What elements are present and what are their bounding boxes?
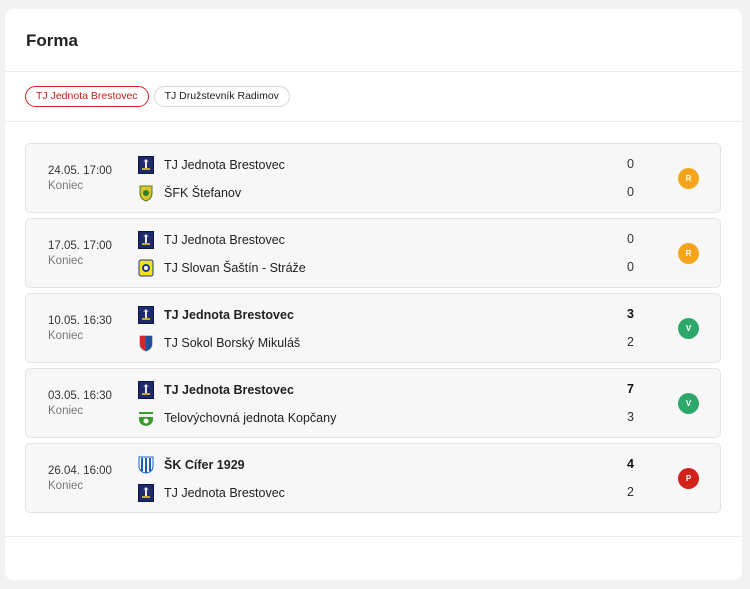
away-team-name: TJ Slovan Šaštín - Stráže	[164, 261, 306, 275]
brestovec-crest-icon	[138, 484, 154, 502]
match-status: Koniec	[48, 405, 84, 417]
brestovec-crest-icon	[138, 231, 154, 249]
home-score: 0	[627, 157, 634, 171]
match-list: 24.05. 17:00 Koniec TJ Jednota Brestovec ŠF…	[25, 143, 721, 518]
match-datetime: 03.05. 16:30	[48, 390, 112, 402]
card-header: Forma	[5, 9, 742, 72]
tab-team-home[interactable]: TJ Jednota Brestovec	[25, 86, 149, 107]
away-team-name: TJ Sokol Borský Mikuláš	[164, 336, 301, 350]
match-datetime: 24.05. 17:00	[48, 165, 112, 177]
stefanov-crest-icon	[138, 184, 154, 202]
home-score: 3	[627, 307, 634, 321]
result-badge: V	[678, 393, 699, 414]
away-team-name: TJ Jednota Brestovec	[164, 486, 285, 500]
away-score: 2	[627, 485, 634, 499]
result-badge: R	[678, 168, 699, 189]
home-team-name: ŠK Cífer 1929	[164, 458, 245, 472]
home-score: 4	[627, 457, 634, 471]
home-team: TJ Jednota Brestovec	[138, 155, 638, 175]
borsky-mikulas-crest-icon	[138, 334, 154, 352]
match-datetime: 10.05. 16:30	[48, 315, 112, 327]
away-team: ŠFK Štefanov	[138, 183, 638, 203]
away-score: 2	[627, 335, 634, 349]
team-tabs: TJ Jednota Brestovec TJ Družstevník Radi…	[5, 72, 742, 122]
away-score: 0	[627, 185, 634, 199]
away-team: TJ Slovan Šaštín - Stráže	[138, 258, 638, 278]
page-title: Forma	[26, 31, 78, 50]
home-team: TJ Jednota Brestovec	[138, 230, 638, 250]
home-team-name: TJ Jednota Brestovec	[164, 158, 285, 172]
match-row[interactable]: 10.05. 16:30 Koniec TJ Jednota Brestovec TJ…	[25, 293, 721, 363]
match-status: Koniec	[48, 180, 84, 192]
tab-team-away[interactable]: TJ Družstevník Radimov	[153, 86, 290, 107]
home-team-name: TJ Jednota Brestovec	[164, 233, 285, 247]
result-badge: P	[678, 468, 699, 489]
match-datetime: 17.05. 17:00	[48, 240, 112, 252]
match-status: Koniec	[48, 255, 84, 267]
card-footer-divider	[5, 536, 742, 537]
match-row[interactable]: 26.04. 16:00 Koniec ŠK Cífer 1929 TJ Jednot…	[25, 443, 721, 513]
sastin-crest-icon	[138, 259, 154, 277]
away-team-name: ŠFK Štefanov	[164, 186, 242, 200]
match-status: Koniec	[48, 330, 84, 342]
away-score: 3	[627, 410, 634, 424]
result-badge: V	[678, 318, 699, 339]
match-row[interactable]: 03.05. 16:30 Koniec TJ Jednota Brestovec Te…	[25, 368, 721, 438]
home-team: ŠK Cífer 1929	[138, 455, 638, 475]
match-row[interactable]: 17.05. 17:00 Koniec TJ Jednota Brestovec TJ…	[25, 218, 721, 288]
match-datetime: 26.04. 16:00	[48, 465, 112, 477]
home-score: 7	[627, 382, 634, 396]
brestovec-crest-icon	[138, 156, 154, 174]
away-team: Telovýchovná jednota Kopčany	[138, 408, 638, 428]
home-team: TJ Jednota Brestovec	[138, 380, 638, 400]
home-score: 0	[627, 232, 634, 246]
brestovec-crest-icon	[138, 306, 154, 324]
cifer-crest-icon	[138, 456, 154, 474]
home-team-name: TJ Jednota Brestovec	[164, 383, 294, 397]
away-team: TJ Jednota Brestovec	[138, 483, 638, 503]
match-row[interactable]: 24.05. 17:00 Koniec TJ Jednota Brestovec ŠF…	[25, 143, 721, 213]
result-badge: R	[678, 243, 699, 264]
match-status: Koniec	[48, 480, 84, 492]
away-score: 0	[627, 260, 634, 274]
brestovec-crest-icon	[138, 381, 154, 399]
home-team: TJ Jednota Brestovec	[138, 305, 638, 325]
away-team: TJ Sokol Borský Mikuláš	[138, 333, 638, 353]
away-team-name: Telovýchovná jednota Kopčany	[164, 411, 337, 425]
form-card: Forma TJ Jednota Brestovec TJ Družstevní…	[5, 9, 742, 580]
home-team-name: TJ Jednota Brestovec	[164, 308, 294, 322]
kopcany-crest-icon	[138, 409, 154, 427]
